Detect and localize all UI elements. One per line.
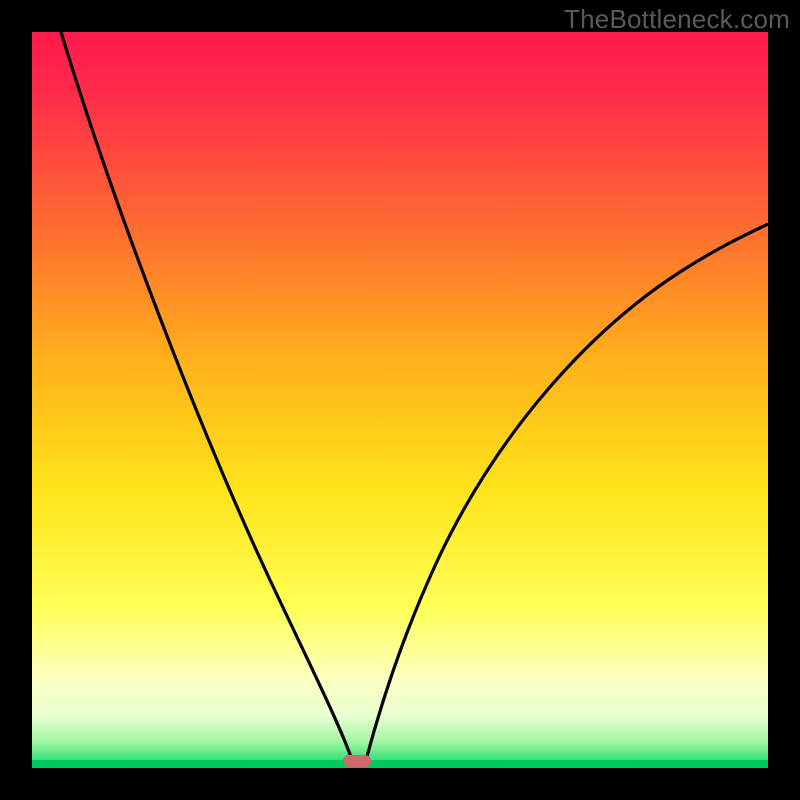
green-baseline-strip (32, 760, 768, 768)
minimum-marker (343, 755, 371, 767)
gradient-background (32, 32, 768, 768)
bottleneck-chart (0, 0, 800, 800)
chart-frame: { "watermark": "TheBottleneck.com", "col… (0, 0, 800, 800)
watermark-text: TheBottleneck.com (564, 4, 790, 35)
